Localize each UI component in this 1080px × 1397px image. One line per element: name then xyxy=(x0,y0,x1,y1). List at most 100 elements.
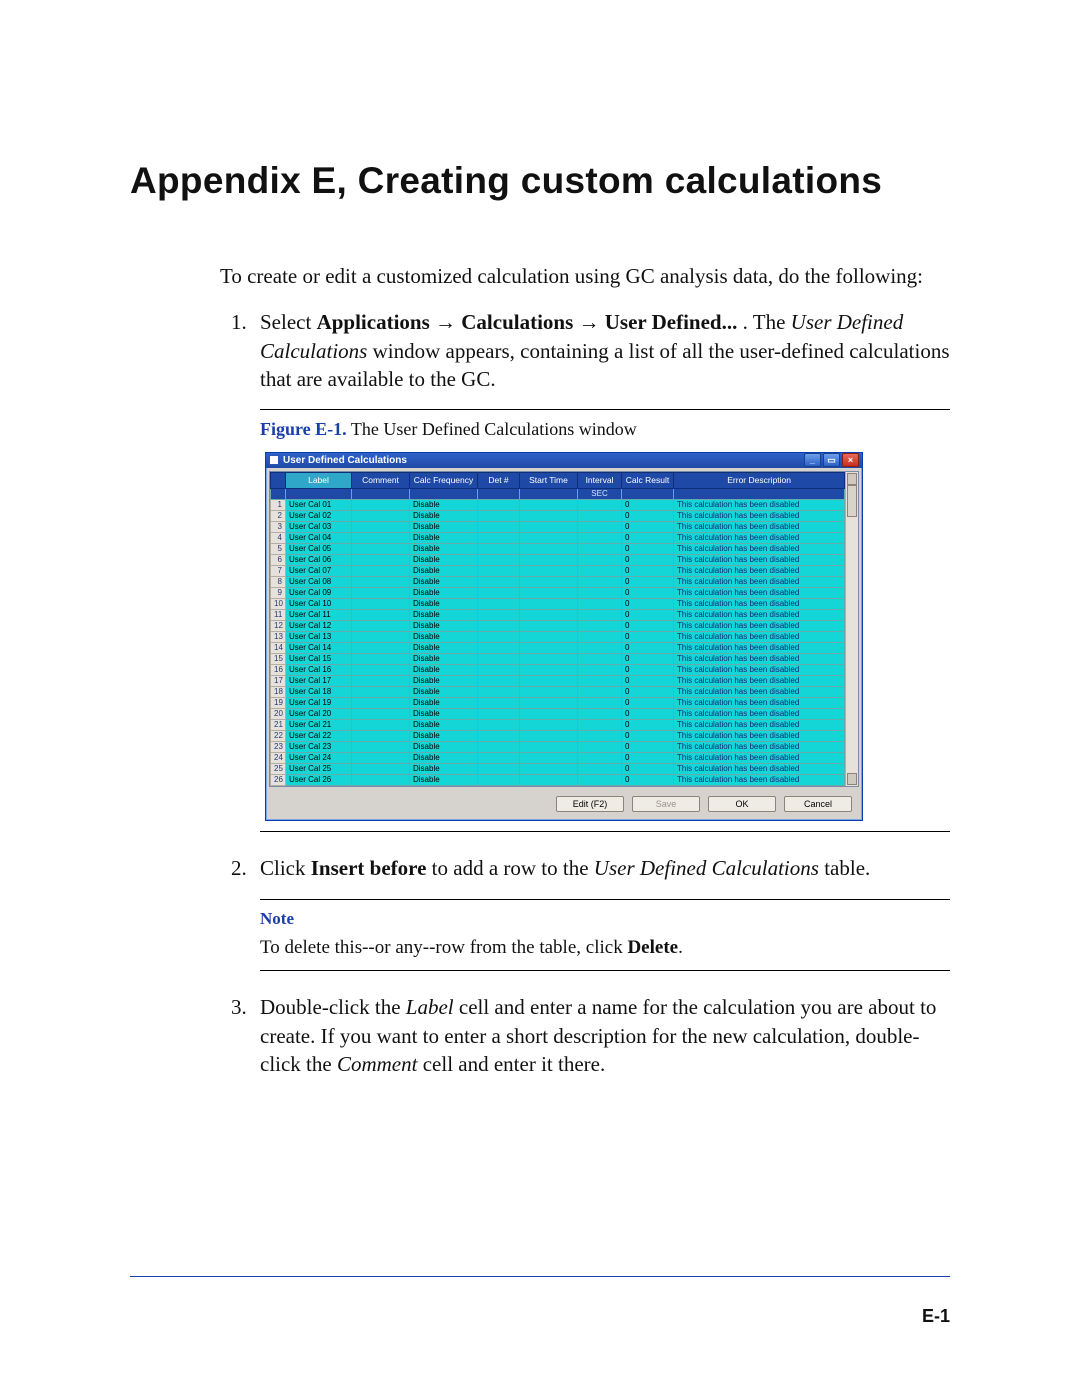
cell-result[interactable]: 0 xyxy=(622,643,674,654)
cell-label[interactable]: User Cal 10 xyxy=(286,599,352,610)
cell-comment[interactable] xyxy=(352,588,410,599)
scroll-down-icon[interactable] xyxy=(847,773,857,785)
cell-det[interactable] xyxy=(478,555,520,566)
table-row[interactable]: 16User Cal 16Disable0This calculation ha… xyxy=(271,665,845,676)
cell-result[interactable]: 0 xyxy=(622,599,674,610)
cell-interval[interactable] xyxy=(578,720,622,731)
cell-result[interactable]: 0 xyxy=(622,654,674,665)
cell-det[interactable] xyxy=(478,643,520,654)
cell-det[interactable] xyxy=(478,500,520,511)
cell-error[interactable]: This calculation has been disabled xyxy=(674,533,845,544)
cell-result[interactable]: 0 xyxy=(622,720,674,731)
cell-result[interactable]: 0 xyxy=(622,775,674,786)
cell-comment[interactable] xyxy=(352,544,410,555)
cell-starttime[interactable] xyxy=(520,753,578,764)
table-row[interactable]: 25User Cal 25Disable0This calculation ha… xyxy=(271,764,845,775)
table-row[interactable]: 22User Cal 22Disable0This calculation ha… xyxy=(271,731,845,742)
cell-error[interactable]: This calculation has been disabled xyxy=(674,764,845,775)
cell-label[interactable]: User Cal 06 xyxy=(286,555,352,566)
col-interval[interactable]: Interval xyxy=(578,472,622,488)
cell-label[interactable]: User Cal 05 xyxy=(286,544,352,555)
table-row[interactable]: 2User Cal 02Disable0This calculation has… xyxy=(271,511,845,522)
table-row[interactable]: 14User Cal 14Disable0This calculation ha… xyxy=(271,643,845,654)
cell-starttime[interactable] xyxy=(520,676,578,687)
cell-error[interactable]: This calculation has been disabled xyxy=(674,544,845,555)
cell-comment[interactable] xyxy=(352,610,410,621)
cell-comment[interactable] xyxy=(352,742,410,753)
save-button[interactable]: Save xyxy=(632,796,700,812)
cell-label[interactable]: User Cal 26 xyxy=(286,775,352,786)
cell-comment[interactable] xyxy=(352,599,410,610)
cell-error[interactable]: This calculation has been disabled xyxy=(674,555,845,566)
cell-result[interactable]: 0 xyxy=(622,566,674,577)
cell-result[interactable]: 0 xyxy=(622,577,674,588)
cell-interval[interactable] xyxy=(578,599,622,610)
vertical-scrollbar[interactable] xyxy=(845,472,858,786)
cell-calcfreq[interactable]: Disable xyxy=(410,654,478,665)
table-row[interactable]: 18User Cal 18Disable0This calculation ha… xyxy=(271,687,845,698)
cell-calcfreq[interactable]: Disable xyxy=(410,764,478,775)
cell-result[interactable]: 0 xyxy=(622,555,674,566)
cell-calcfreq[interactable]: Disable xyxy=(410,555,478,566)
cell-det[interactable] xyxy=(478,720,520,731)
cell-calcfreq[interactable]: Disable xyxy=(410,577,478,588)
cell-error[interactable]: This calculation has been disabled xyxy=(674,610,845,621)
cell-starttime[interactable] xyxy=(520,665,578,676)
cell-starttime[interactable] xyxy=(520,687,578,698)
cell-calcfreq[interactable]: Disable xyxy=(410,566,478,577)
cell-interval[interactable] xyxy=(578,654,622,665)
table-row[interactable]: 12User Cal 12Disable0This calculation ha… xyxy=(271,621,845,632)
cell-interval[interactable] xyxy=(578,522,622,533)
cell-result[interactable]: 0 xyxy=(622,687,674,698)
cell-error[interactable]: This calculation has been disabled xyxy=(674,709,845,720)
cell-calcfreq[interactable]: Disable xyxy=(410,665,478,676)
cell-label[interactable]: User Cal 09 xyxy=(286,588,352,599)
cell-starttime[interactable] xyxy=(520,588,578,599)
cell-label[interactable]: User Cal 12 xyxy=(286,621,352,632)
cell-error[interactable]: This calculation has been disabled xyxy=(674,720,845,731)
cell-label[interactable]: User Cal 07 xyxy=(286,566,352,577)
cell-label[interactable]: User Cal 19 xyxy=(286,698,352,709)
cell-result[interactable]: 0 xyxy=(622,709,674,720)
cell-det[interactable] xyxy=(478,698,520,709)
cell-result[interactable]: 0 xyxy=(622,753,674,764)
cell-comment[interactable] xyxy=(352,522,410,533)
cell-comment[interactable] xyxy=(352,632,410,643)
cell-calcfreq[interactable]: Disable xyxy=(410,742,478,753)
cell-interval[interactable] xyxy=(578,753,622,764)
cell-error[interactable]: This calculation has been disabled xyxy=(674,676,845,687)
cell-label[interactable]: User Cal 13 xyxy=(286,632,352,643)
cell-label[interactable]: User Cal 11 xyxy=(286,610,352,621)
cell-calcfreq[interactable]: Disable xyxy=(410,632,478,643)
cell-interval[interactable] xyxy=(578,665,622,676)
cell-result[interactable]: 0 xyxy=(622,632,674,643)
cell-starttime[interactable] xyxy=(520,632,578,643)
col-label[interactable]: Label xyxy=(286,472,352,488)
cell-result[interactable]: 0 xyxy=(622,522,674,533)
cell-error[interactable]: This calculation has been disabled xyxy=(674,687,845,698)
cell-interval[interactable] xyxy=(578,775,622,786)
cell-result[interactable]: 0 xyxy=(622,676,674,687)
table-row[interactable]: 23User Cal 23Disable0This calculation ha… xyxy=(271,742,845,753)
cell-label[interactable]: User Cal 18 xyxy=(286,687,352,698)
table-row[interactable]: 6User Cal 06Disable0This calculation has… xyxy=(271,555,845,566)
cell-comment[interactable] xyxy=(352,698,410,709)
col-comment[interactable]: Comment xyxy=(352,472,410,488)
cell-comment[interactable] xyxy=(352,753,410,764)
cell-starttime[interactable] xyxy=(520,500,578,511)
cell-comment[interactable] xyxy=(352,731,410,742)
cell-calcfreq[interactable]: Disable xyxy=(410,500,478,511)
cell-error[interactable]: This calculation has been disabled xyxy=(674,643,845,654)
table-row[interactable]: 24User Cal 24Disable0This calculation ha… xyxy=(271,753,845,764)
cell-interval[interactable] xyxy=(578,533,622,544)
cell-det[interactable] xyxy=(478,654,520,665)
cell-label[interactable]: User Cal 22 xyxy=(286,731,352,742)
cell-label[interactable]: User Cal 08 xyxy=(286,577,352,588)
cell-starttime[interactable] xyxy=(520,566,578,577)
calculations-table[interactable]: Label Comment Calc Frequency Det # Start… xyxy=(270,472,845,786)
scroll-up-icon[interactable] xyxy=(847,473,857,485)
cell-interval[interactable] xyxy=(578,632,622,643)
edit-button[interactable]: Edit (F2) xyxy=(556,796,624,812)
cell-error[interactable]: This calculation has been disabled xyxy=(674,588,845,599)
cell-result[interactable]: 0 xyxy=(622,742,674,753)
